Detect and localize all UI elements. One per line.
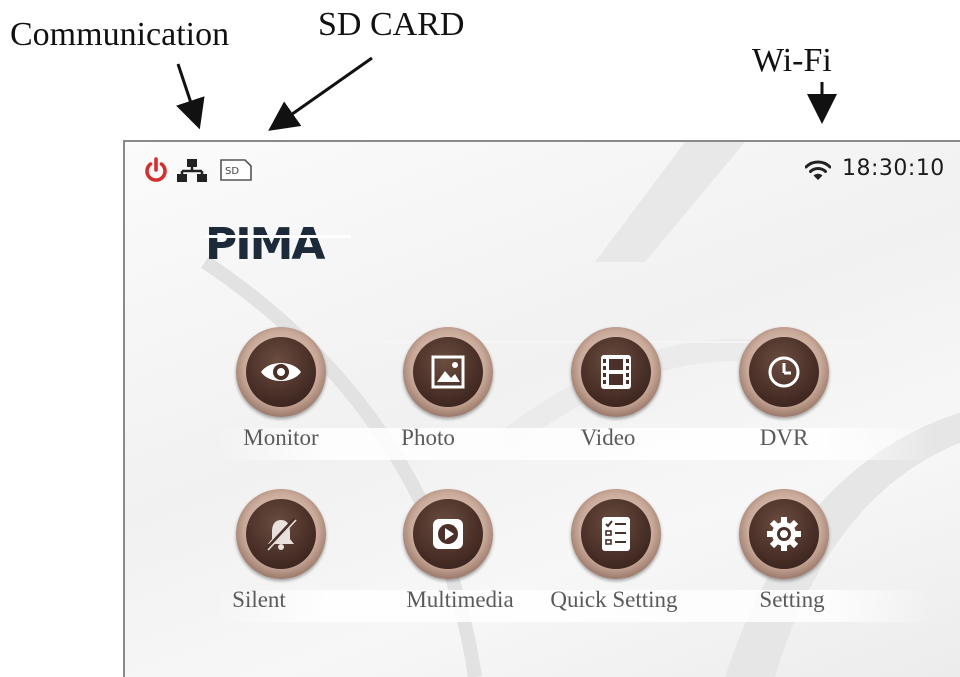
checklist-icon bbox=[602, 517, 630, 551]
photo-tile[interactable]: Photo bbox=[375, 327, 525, 467]
silent-button[interactable] bbox=[236, 489, 326, 579]
photo-button[interactable] bbox=[403, 327, 493, 417]
dvr-label: DVR bbox=[759, 425, 809, 450]
quick-setting-label: Quick Setting bbox=[550, 587, 678, 612]
dvr-button[interactable] bbox=[739, 327, 829, 417]
pima-logo: PIMA bbox=[205, 217, 355, 272]
video-tile[interactable]: Video bbox=[543, 327, 693, 467]
clock-icon bbox=[768, 356, 800, 388]
gear-icon bbox=[767, 517, 801, 551]
network-icon bbox=[177, 158, 207, 189]
wifi-callout: Wi-Fi bbox=[752, 42, 832, 79]
sd-card-icon: SD bbox=[219, 158, 253, 187]
status-bar: SD 18:30:10 bbox=[125, 142, 960, 202]
photo-label: Photo bbox=[401, 425, 455, 450]
image-icon bbox=[431, 355, 465, 389]
communication-arrow bbox=[176, 63, 205, 130]
sd-card-label: SD bbox=[225, 166, 239, 177]
multimedia-label: Multimedia bbox=[406, 587, 514, 612]
monitor-tile[interactable]: Monitor bbox=[208, 327, 358, 467]
silent-label: Silent bbox=[232, 587, 286, 612]
sd-card-arrow bbox=[268, 56, 373, 131]
wifi-icon bbox=[804, 160, 832, 187]
clock-time: 18:30:10 bbox=[842, 156, 945, 181]
bell-off-icon bbox=[265, 517, 297, 551]
setting-tile[interactable]: Setting bbox=[711, 489, 861, 629]
monitor-button[interactable] bbox=[236, 327, 326, 417]
video-button[interactable] bbox=[571, 327, 661, 417]
film-icon bbox=[601, 355, 631, 389]
dvr-tile[interactable]: DVR bbox=[711, 327, 861, 467]
eye-icon bbox=[261, 363, 301, 381]
silent-tile[interactable]: Silent bbox=[208, 489, 358, 629]
power-icon[interactable] bbox=[143, 156, 169, 189]
multimedia-button[interactable] bbox=[403, 489, 493, 579]
communication-callout: Communication bbox=[10, 16, 230, 53]
quick-setting-tile[interactable]: Quick Setting bbox=[543, 489, 693, 629]
setting-button[interactable] bbox=[739, 489, 829, 579]
multimedia-tile[interactable]: Multimedia bbox=[375, 489, 525, 629]
logo-text: PIMA bbox=[205, 219, 325, 267]
video-label: Video bbox=[580, 425, 636, 450]
quick-setting-button[interactable] bbox=[571, 489, 661, 579]
device-screen: SD 18:30:10 PIMA Monitor Photo Video DVR… bbox=[123, 140, 960, 677]
play-icon bbox=[433, 519, 463, 549]
sd-card-callout: SD CARD bbox=[318, 6, 465, 43]
setting-label: Setting bbox=[759, 587, 825, 612]
monitor-label: Monitor bbox=[243, 425, 319, 450]
